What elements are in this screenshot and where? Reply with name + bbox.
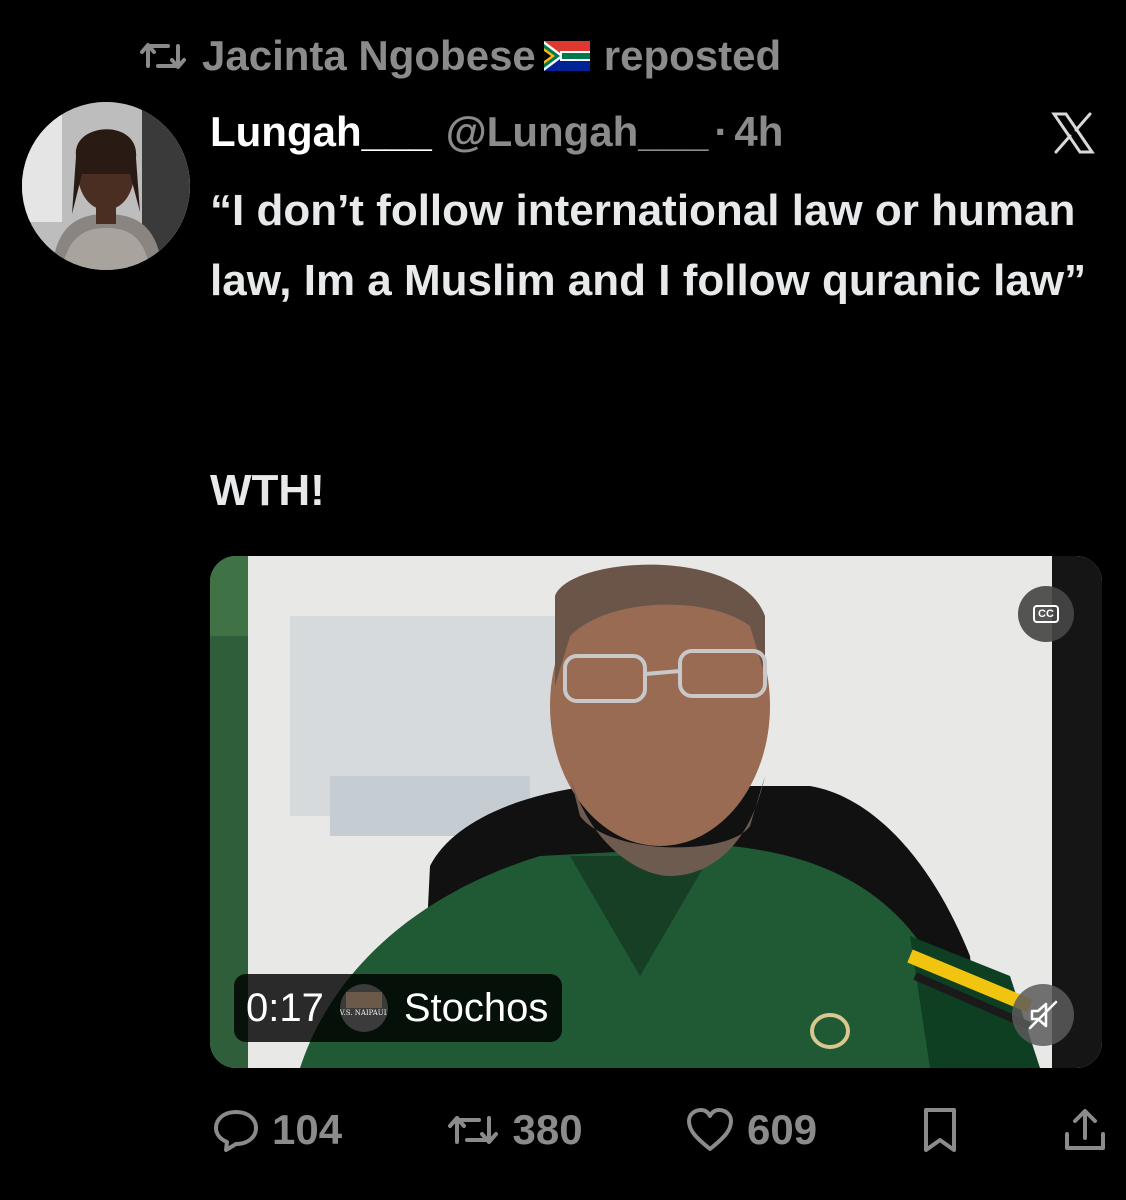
heart-icon	[687, 1108, 734, 1151]
channel-badge-text: V.S. NAIPAUL	[340, 1009, 388, 1017]
author-display-name[interactable]: Lungah___	[210, 108, 432, 156]
reply-button[interactable]: 104	[212, 1106, 342, 1154]
share-icon	[1064, 1109, 1105, 1150]
x-logo-icon	[1051, 112, 1095, 154]
channel-avatar[interactable]: V.S. NAIPAUL	[339, 984, 388, 1032]
channel-name[interactable]: Stochos	[404, 986, 549, 1031]
repost-button[interactable]: 380	[445, 1106, 583, 1154]
repost-indicator[interactable]: Jacinta Ngobese reposted	[138, 28, 781, 84]
video-info-overlay: 0:17 V.S. NAIPAUL Stochos	[234, 974, 563, 1042]
captions-label: CC	[1033, 605, 1059, 623]
share-button[interactable]	[1062, 1106, 1108, 1154]
repost-icon	[447, 1116, 498, 1144]
speaker-muted-icon	[1028, 1000, 1058, 1030]
video-player[interactable]: CC 0:17 V.S. NAIPAUL Stochos	[210, 556, 1102, 1068]
mute-button[interactable]	[1012, 984, 1074, 1046]
author-avatar[interactable]	[22, 102, 190, 270]
tweet-timestamp[interactable]: 4h	[734, 108, 783, 156]
tweet-text: “I don’t follow international law or hum…	[210, 186, 1088, 305]
repost-count: 380	[512, 1106, 583, 1153]
reply-icon	[214, 1110, 258, 1152]
author-handle[interactable]: @Lungah___	[446, 108, 709, 156]
tweet-actions: 104 380 609	[212, 1100, 1108, 1160]
reply-count: 104	[272, 1106, 343, 1153]
bookmark-button[interactable]	[920, 1106, 960, 1154]
meta-separator: ·	[714, 108, 729, 155]
like-button[interactable]: 609	[685, 1106, 817, 1154]
like-count: 609	[747, 1106, 818, 1153]
bookmark-icon	[923, 1108, 956, 1152]
video-duration: 0:17	[246, 985, 324, 1030]
tweet-header: Lungah___ @Lungah___ · 4h	[210, 104, 783, 160]
repost-suffix: reposted	[603, 32, 782, 79]
south-africa-flag	[543, 41, 590, 71]
captions-button[interactable]: CC	[1018, 586, 1074, 642]
repost-icon	[140, 43, 186, 69]
reposter-name[interactable]: Jacinta Ngobese	[202, 32, 536, 80]
tweet-text-exclamation: WTH!	[210, 466, 325, 515]
